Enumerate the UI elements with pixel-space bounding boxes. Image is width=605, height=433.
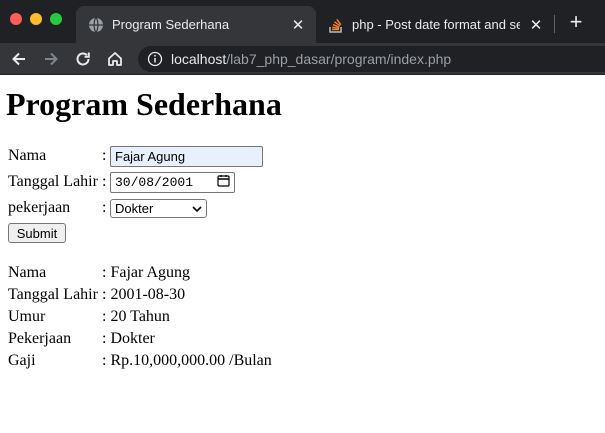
tab-program-sederhana[interactable]: Program Sederhana ✕ [76, 6, 316, 43]
result-value: : 20 Tahun [102, 308, 170, 325]
result-value: : Rp.10,000,000.00 /Bulan [102, 352, 272, 369]
colon: : [102, 173, 107, 190]
result-label: Pekerjaan [8, 330, 72, 347]
tab-php-post-date[interactable]: php - Post date format and sele ✕ [316, 6, 554, 43]
window-minimize-button[interactable] [30, 13, 42, 25]
colon: : [102, 199, 107, 216]
result-label: Gaji [8, 352, 36, 369]
result-row: Tanggal Lahir : 2001-08-30 [8, 284, 185, 306]
back-arrow-icon[interactable] [8, 48, 30, 70]
stackoverflow-icon [328, 17, 344, 33]
page-content: Program Sederhana Nama : Fajar Agung Tan… [0, 76, 605, 433]
chevron-down-icon [192, 201, 202, 216]
info-icon[interactable] [147, 51, 163, 67]
pekerjaan-label: pekerjaan [8, 199, 71, 216]
form-row-nama: Nama : Fajar Agung [8, 145, 263, 167]
submit-button[interactable]: Submit [8, 223, 66, 243]
result-row: Pekerjaan : Dokter [8, 328, 155, 350]
date-value: 30/08/2001 [115, 174, 194, 190]
forward-arrow-icon[interactable] [40, 48, 62, 70]
result-value: : 2001-08-30 [102, 286, 186, 303]
page-title: Program Sederhana [6, 86, 282, 122]
nama-input[interactable]: Fajar Agung [110, 145, 263, 167]
close-icon[interactable]: ✕ [290, 17, 306, 34]
result-row: Nama : Fajar Agung [8, 262, 190, 284]
tanggal-lahir-date-input[interactable]: 30/08/2001 [110, 171, 235, 193]
result-row: Gaji : Rp.10,000,000.00 /Bulan [8, 350, 272, 372]
window-close-button[interactable] [10, 13, 22, 25]
window-zoom-button[interactable] [50, 13, 62, 25]
result-label: Tanggal Lahir [8, 286, 98, 303]
tab-title: php - Post date format and sele [352, 17, 520, 32]
pekerjaan-select[interactable]: Dokter [110, 198, 207, 218]
calendar-icon[interactable] [217, 174, 230, 191]
url-host: localhost [171, 51, 227, 67]
browser-toolbar: localhost/lab7_php_dasar/program/index.p… [0, 43, 605, 75]
result-value: : Fajar Agung [102, 264, 190, 281]
result-label: Umur [8, 308, 46, 325]
nama-label: Nama [8, 147, 47, 164]
home-icon[interactable] [104, 48, 126, 70]
tanggal-lahir-label: Tanggal Lahir [8, 173, 98, 190]
result-value: : Dokter [102, 330, 155, 347]
globe-icon [88, 17, 104, 33]
form-row-tanggal-lahir: Tanggal Lahir : 30/08/2001 [8, 171, 235, 193]
new-tab-plus-icon[interactable]: + [566, 11, 586, 33]
close-icon[interactable]: ✕ [528, 17, 544, 34]
tab-title: Program Sederhana [112, 17, 230, 32]
result-label: Nama [8, 264, 47, 281]
url-path: /lab7_php_dasar/program/index.php [226, 51, 452, 67]
result-row: Umur : 20 Tahun [8, 306, 170, 328]
tab-bar: Program Sederhana ✕ php - Post date form… [0, 0, 605, 43]
colon: : [102, 147, 107, 164]
tab-divider [554, 15, 555, 33]
selected-option: Dokter [115, 200, 154, 216]
form-row-pekerjaan: pekerjaan : Dokter [8, 197, 207, 219]
reload-icon[interactable] [72, 48, 94, 70]
address-bar[interactable]: localhost/lab7_php_dasar/program/index.p… [138, 46, 605, 72]
